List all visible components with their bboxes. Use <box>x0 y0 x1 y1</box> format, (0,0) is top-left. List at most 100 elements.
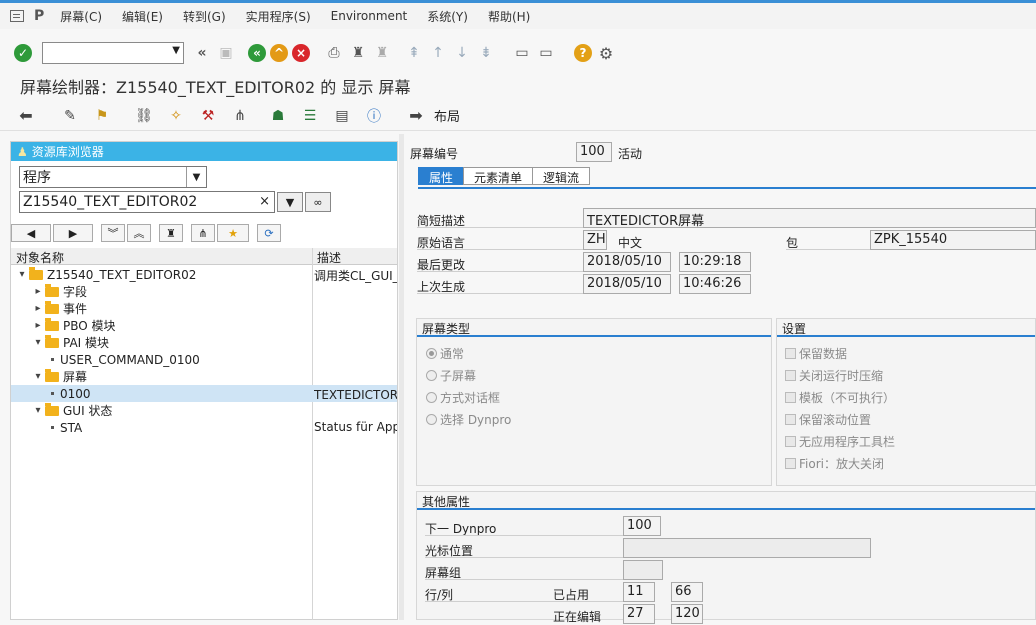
cursor-position-field[interactable] <box>623 538 871 558</box>
chevron-down-icon[interactable]: ▾ <box>17 269 27 280</box>
chevron-down-icon[interactable]: ▼ <box>186 167 206 187</box>
settings-icon[interactable]: ⚙ <box>596 43 616 63</box>
new-session-icon[interactable]: ▭ <box>512 43 532 63</box>
screen-type-group: 屏幕类型 通常 子屏幕 方式对话框 选择 Dynpro <box>416 318 772 486</box>
menu-screen[interactable]: 屏幕(C) <box>60 8 102 25</box>
find-icon[interactable]: ♜ <box>348 43 368 63</box>
back-icon[interactable]: « <box>248 44 266 62</box>
check-template[interactable]: 模板（不可执行） <box>785 389 895 406</box>
enter-icon[interactable]: ✓ <box>14 44 32 62</box>
chevron-right-icon[interactable]: ▸ <box>33 303 43 314</box>
print-icon[interactable]: ⎙ <box>324 43 344 63</box>
check-switch-off-compression[interactable]: 关闭运行时压缩 <box>785 367 883 384</box>
tree-toolbar: ◀ ▶ ︾ ︽ ♜ ⋔ ★ ⟳ <box>11 221 397 245</box>
info-icon[interactable]: ⓘ <box>364 106 384 126</box>
radio-subscreen[interactable]: 子屏幕 <box>426 367 476 384</box>
radio-modal-dialog[interactable]: 方式对话框 <box>426 389 500 406</box>
folder-icon <box>45 368 59 382</box>
menu-utilities[interactable]: 实用程序(S) <box>246 8 311 25</box>
help-icon[interactable]: ? <box>574 44 592 62</box>
short-desc-field[interactable]: TEXTEDICTOR屏幕 <box>583 208 1036 228</box>
previous-object-button[interactable]: ◀ <box>11 224 51 242</box>
hierarchy-icon[interactable]: ⋔ <box>230 106 250 126</box>
object-name-input[interactable]: Z15540_TEXT_EDITOR02 × <box>19 191 275 213</box>
refresh-button[interactable]: ⟳ <box>257 224 281 242</box>
tab-flow-logic[interactable]: 逻辑流 <box>532 167 591 185</box>
column-object-name[interactable]: 对象名称 <box>16 249 64 266</box>
check-hold-scroll[interactable]: 保留滚动位置 <box>785 411 871 428</box>
tab-attributes[interactable]: 属性 <box>418 167 465 185</box>
column-description[interactable]: 描述 <box>317 249 341 266</box>
check-hold-data[interactable]: 保留数据 <box>785 345 847 362</box>
tree-row[interactable]: ▸ 事件 <box>11 300 397 317</box>
screen-group-field[interactable] <box>623 560 663 580</box>
label-underline <box>417 293 583 294</box>
page-title: 屏幕绘制器：Z15540_TEXT_EDITOR02 的 显示 屏幕 <box>20 78 411 97</box>
command-field[interactable]: ▼ <box>42 42 184 64</box>
chevron-right-icon[interactable]: ▸ <box>33 320 43 331</box>
orig-lang-code-field: ZH <box>583 230 607 250</box>
folder-icon <box>45 300 59 314</box>
object-name-dropdown-button[interactable]: ▼ <box>277 192 303 212</box>
find-button[interactable]: ♜ <box>159 224 183 242</box>
menu-help[interactable]: 帮助(H) <box>488 8 530 25</box>
next-dynpro-field[interactable]: 100 <box>623 516 661 536</box>
where-used-icon[interactable]: ⛓ <box>134 106 154 126</box>
sap-logo-icon[interactable]: P <box>34 8 44 24</box>
find-next-icon[interactable]: ♜ <box>372 43 392 63</box>
tree-row[interactable]: USER_COMMAND_0100 <box>11 351 397 368</box>
chevron-right-icon[interactable]: ▸ <box>33 286 43 297</box>
tree-row[interactable]: ▸ PBO 模块 <box>11 317 397 334</box>
chevron-down-icon[interactable]: ▾ <box>33 371 43 382</box>
chevron-down-icon[interactable]: ▾ <box>33 405 43 416</box>
favorites-button[interactable]: ★ <box>217 224 249 242</box>
double-left-icon[interactable]: « <box>192 43 212 63</box>
editing-row-field[interactable]: 27 <box>623 604 655 624</box>
folder-icon <box>29 266 43 280</box>
chevron-down-icon[interactable]: ▼ <box>172 45 180 56</box>
shortcut-icon[interactable]: ▭ <box>536 43 556 63</box>
last-page-icon[interactable]: ⇟ <box>476 43 496 63</box>
prev-page-icon[interactable]: ↑ <box>428 43 448 63</box>
menu-goto[interactable]: 转到(G) <box>183 8 226 25</box>
layout-button[interactable]: 布局 <box>434 106 460 125</box>
exit-icon[interactable]: ^ <box>270 44 288 62</box>
menu-environment[interactable]: Environment <box>331 9 408 23</box>
display-object-button[interactable]: ∞ <box>305 192 331 212</box>
right-arrow-icon[interactable]: ➡ <box>406 106 426 126</box>
clear-icon[interactable]: × <box>259 194 270 209</box>
repository-browser-header: ♟ 资源库浏览器 <box>11 142 397 161</box>
expand-all-button[interactable]: ︽ <box>127 224 151 242</box>
back-arrow-icon[interactable]: ⬅ <box>16 106 36 126</box>
chevron-down-icon[interactable]: ▾ <box>33 337 43 348</box>
tab-element-list[interactable]: 元素清单 <box>463 167 534 185</box>
hierarchy-button[interactable]: ⋔ <box>191 224 215 242</box>
tree-row[interactable]: ▾ GUI 状态 <box>11 402 397 419</box>
check-no-app-toolbar[interactable]: 无应用程序工具栏 <box>785 433 895 450</box>
tree-row[interactable]: ▾ 屏幕 <box>11 368 397 385</box>
system-menu-icon[interactable] <box>10 10 24 22</box>
next-object-button[interactable]: ▶ <box>53 224 93 242</box>
activate-icon[interactable]: ⚑ <box>92 106 112 126</box>
tree-row[interactable]: ▾ PAI 模块 <box>11 334 397 351</box>
magic-wand-icon[interactable]: ✧ <box>166 106 186 126</box>
radio-normal[interactable]: 通常 <box>426 345 464 362</box>
menu-edit[interactable]: 编辑(E) <box>122 8 163 25</box>
editing-col-field[interactable]: 120 <box>671 604 703 624</box>
radio-selection-screen[interactable]: 选择 Dynpro <box>426 411 511 428</box>
next-page-icon[interactable]: ↓ <box>452 43 472 63</box>
test-icon[interactable]: ⚒ <box>198 106 218 126</box>
tree-node-label: USER_COMMAND_0100 <box>60 352 200 367</box>
display-change-icon[interactable]: ✎ <box>60 106 80 126</box>
cancel-icon[interactable]: × <box>292 44 310 62</box>
menu-system[interactable]: 系统(Y) <box>427 8 468 25</box>
first-page-icon[interactable]: ⇞ <box>404 43 424 63</box>
object-list-icon[interactable]: ☗ <box>268 106 288 126</box>
layout-frame-icon[interactable]: ▤ <box>332 106 352 126</box>
check-fiori-zoom-off[interactable]: Fiori：放大关闭 <box>785 455 884 472</box>
tree-row[interactable]: ▸ 字段 <box>11 283 397 300</box>
collapse-all-button[interactable]: ︾ <box>101 224 125 242</box>
object-type-select[interactable]: 程序 ▼ <box>19 166 207 188</box>
save-icon[interactable]: ▣ <box>216 43 236 63</box>
navigation-icon[interactable]: ☰ <box>300 106 320 126</box>
